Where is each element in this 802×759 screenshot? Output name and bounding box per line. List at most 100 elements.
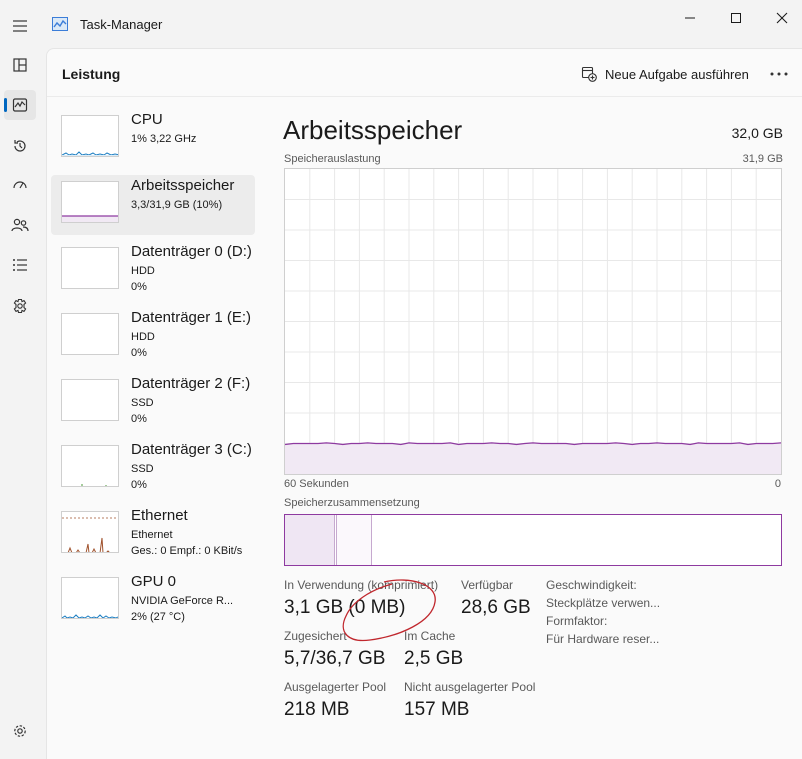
perf-item-detail: 3,3/31,9 GB (10%) [131, 199, 223, 211]
perf-item-gpu-0[interactable]: GPU 0 NVIDIA GeForce R... 2% (27 °C) [51, 571, 255, 631]
cached-value: 2,5 GB [404, 648, 464, 669]
perf-item-name: CPU [131, 111, 163, 128]
nav-startup-apps[interactable] [4, 170, 36, 200]
title-bar: Task-Manager [0, 0, 802, 48]
memory-composition-bar [284, 514, 782, 566]
resource-title: Arbeitsspeicher [283, 115, 463, 145]
perf-item-disk-0[interactable]: Datenträger 0 (D:) HDD 0% [51, 241, 255, 301]
slots-used-label: Steckplätze verwen... [546, 596, 661, 610]
hardware-reserved-label: Für Hardware reser... [546, 632, 660, 646]
perf-item-model: NVIDIA GeForce R... [131, 595, 234, 607]
available-label: Verfügbar [461, 578, 514, 592]
close-button[interactable] [765, 8, 799, 28]
nav-performance[interactable] [4, 90, 36, 120]
memory-usage-graph [284, 168, 782, 475]
disk-3-thumbnail-graph [61, 445, 119, 487]
ethernet-thumbnail-graph [61, 511, 119, 553]
startup-apps-icon [13, 181, 27, 189]
perf-item-usage: 0% [131, 347, 147, 359]
nonpaged-pool-value: 157 MB [404, 699, 470, 720]
settings-button[interactable] [4, 716, 36, 746]
committed-label: Zugesichert [284, 629, 347, 643]
nav-processes[interactable] [4, 50, 36, 80]
time-axis-end: 0 [774, 478, 781, 490]
perf-item-name: Arbeitsspeicher [131, 177, 235, 194]
usage-graph-label: Speicherauslastung [284, 153, 381, 165]
perf-item-detail: 1% 3,22 GHz [131, 133, 197, 145]
perf-item-name: Datenträger 1 (E:) [131, 309, 252, 326]
perf-item-type: HDD [131, 265, 155, 277]
perf-item-name: Datenträger 2 (F:) [131, 375, 251, 392]
disk-0-thumbnail-graph [61, 247, 119, 289]
in-use-label: In Verwendung (komprimiert) [284, 578, 439, 592]
perf-item-usage: 0% [131, 413, 147, 425]
nav-app-history[interactable] [4, 131, 36, 161]
perf-item-type: SSD [131, 397, 154, 409]
speed-label: Geschwindigkeit: [546, 578, 637, 592]
perf-item-ethernet[interactable]: Ethernet Ethernet Ges.: 0 Empf.: 0 KBit/… [51, 505, 255, 565]
close-icon [776, 12, 788, 24]
nonpaged-pool-label: Nicht ausgelagerter Pool [404, 680, 536, 694]
composition-in-use [285, 515, 335, 565]
perf-item-type: HDD [131, 331, 155, 343]
total-memory: 32,0 GB [731, 125, 783, 141]
paged-pool-value: 218 MB [284, 699, 350, 720]
services-icon [13, 298, 27, 314]
composition-standby [337, 515, 372, 565]
composition-label: Speicherzusammensetzung [284, 497, 420, 509]
perf-item-name: GPU 0 [131, 573, 177, 590]
gear-icon [14, 725, 26, 737]
perf-item-usage: 2% (27 °C) [131, 611, 185, 623]
hamburger-menu-button[interactable] [4, 11, 36, 41]
nav-services[interactable] [4, 291, 36, 321]
nav-users[interactable] [4, 210, 36, 240]
page-header: Leistung Neue Aufgabe ausführen [47, 49, 802, 97]
perf-item-name: Datenträger 3 (C:) [131, 441, 252, 458]
disk-2-thumbnail-graph [61, 379, 119, 421]
minimize-button[interactable] [673, 8, 707, 28]
hamburger-menu-icon [13, 20, 27, 32]
committed-value: 5,7/36,7 GB [284, 648, 386, 669]
gpu-thumbnail-graph [61, 577, 119, 619]
page-title: Leistung [62, 66, 121, 82]
cached-label: Im Cache [404, 629, 456, 643]
time-axis-label: 60 Sekunden [284, 478, 349, 490]
navigation-rail [0, 0, 40, 759]
form-factor-label: Formfaktor: [546, 614, 608, 628]
perf-item-disk-1[interactable]: Datenträger 1 (E:) HDD 0% [51, 307, 255, 367]
performance-icon [12, 98, 28, 112]
perf-item-name: Ethernet [131, 507, 188, 524]
memory-thumbnail-graph [61, 181, 119, 223]
perf-item-cpu[interactable]: CPU 1% 3,22 GHz [51, 109, 255, 169]
usage-graph-max: 31,9 GB [742, 153, 783, 165]
disk-1-thumbnail-graph [61, 313, 119, 355]
nav-details[interactable] [4, 250, 36, 280]
details-icon [13, 259, 27, 271]
usage-area [285, 443, 781, 474]
task-manager-window: Task-Manager Leistung Neue Aufgabe ausfü… [0, 0, 802, 759]
cpu-thumbnail-graph [61, 115, 119, 157]
users-icon [11, 218, 29, 232]
perf-item-disk-2[interactable]: Datenträger 2 (F:) SSD 0% [51, 373, 255, 433]
perf-item-name: Datenträger 0 (D:) [131, 243, 252, 260]
perf-item-adapter: Ethernet [131, 529, 173, 541]
maximize-button[interactable] [719, 8, 753, 28]
perf-item-memory[interactable]: Arbeitsspeicher 3,3/31,9 GB (10%) [51, 175, 255, 235]
more-horizontal-icon [770, 72, 788, 76]
app-history-icon [14, 140, 26, 152]
run-new-task-button[interactable]: Neue Aufgabe ausführen [581, 63, 749, 85]
run-task-icon [581, 66, 597, 82]
perf-item-usage: 0% [131, 479, 147, 491]
memory-usage-chart [284, 169, 782, 474]
in-use-value: 3,1 GB (0 MB) [284, 597, 406, 618]
memory-detail-panel: Arbeitsspeicher 32,0 GB Speicherauslastu… [283, 109, 783, 749]
task-manager-app-icon [52, 17, 68, 31]
perf-item-disk-3[interactable]: Datenträger 3 (C:) SSD 0% [51, 439, 255, 499]
minimize-icon [685, 17, 695, 19]
perf-item-type: SSD [131, 463, 154, 475]
more-options-button[interactable] [767, 63, 791, 85]
paged-pool-label: Ausgelagerter Pool [284, 680, 387, 694]
performance-resource-list: CPU 1% 3,22 GHz Arbeitsspeicher 3,3/31,9… [51, 109, 255, 637]
perf-item-throughput: Ges.: 0 Empf.: 0 KBit/s [131, 545, 243, 557]
content-panel: Leistung Neue Aufgabe ausführen CPU 1% 3… [46, 48, 802, 759]
